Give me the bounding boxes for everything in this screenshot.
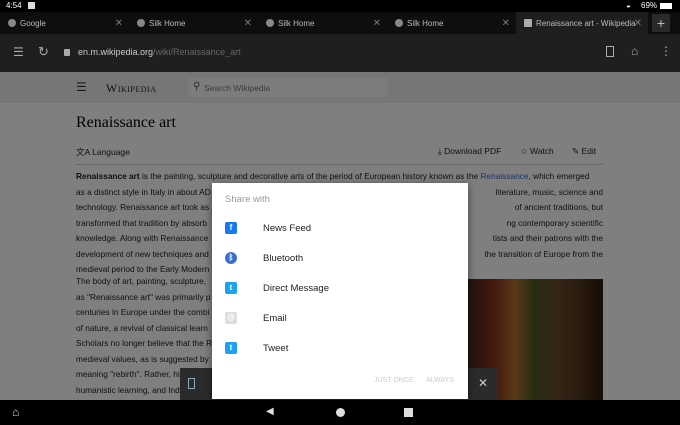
share-option-label: News Feed [263, 222, 312, 234]
wikipedia-favicon-icon [524, 19, 532, 27]
share-option[interactable]: f News Feed [212, 213, 468, 243]
globe-icon [266, 19, 274, 27]
share-option-label: Bluetooth [263, 252, 304, 264]
tab-title: Silk Home [149, 18, 186, 28]
tab-google[interactable]: Google ✕ [0, 12, 129, 34]
tab-silk-home[interactable]: Silk Home ✕ [387, 12, 516, 34]
close-icon[interactable]: ✕ [115, 18, 123, 29]
home-shortcut-icon[interactable]: ⌂ [12, 405, 19, 419]
menu-icon[interactable]: ☰ [13, 45, 24, 59]
battery-level: 69% [641, 1, 658, 10]
status-bar: 4:54 ◒ 69% [0, 0, 680, 12]
tab-title: Renaissance art - Wikipedia [536, 18, 636, 28]
always-button[interactable]: ALWAYS [426, 377, 454, 384]
close-icon[interactable]: ✕ [373, 18, 381, 29]
dialog-title: Share with [225, 194, 270, 205]
share-option-label: Email [263, 312, 287, 324]
tab-title: Google [20, 18, 46, 28]
home-icon[interactable]: ⌂ [631, 44, 638, 58]
tab-title: Silk Home [278, 18, 315, 28]
notification-icon [28, 2, 35, 9]
email-icon: @ [225, 312, 237, 324]
tab-silk-home[interactable]: Silk Home ✕ [258, 12, 387, 34]
share-option-label: Tweet [263, 342, 289, 354]
twitter-icon: t [225, 342, 237, 354]
tab-strip: Google ✕ Silk Home ✕ Silk Home ✕ Silk Home ✕… [0, 12, 680, 34]
wifi-icon: ◒ [626, 1, 631, 10]
close-icon[interactable]: ✕ [502, 18, 510, 29]
twitter-icon: t [225, 282, 237, 294]
bookmark-icon[interactable] [606, 46, 614, 57]
battery-icon [660, 3, 672, 9]
url-path: /wiki/Renaissance_art [153, 47, 241, 57]
tab-title: Silk Home [407, 18, 444, 28]
address-bar: ☰ ↻ en.m.wikipedia.org/wiki/Renaissance_… [0, 34, 680, 72]
close-icon[interactable]: ✕ [478, 376, 488, 390]
recents-icon[interactable] [404, 408, 413, 417]
share-option-label: Direct Message [263, 282, 329, 294]
tab-renaissance-art[interactable]: Renaissance art - Wikipedia ✕ [516, 12, 648, 34]
home-icon[interactable] [336, 408, 345, 417]
reload-icon[interactable]: ↻ [38, 44, 49, 60]
close-icon[interactable]: ✕ [244, 18, 252, 29]
lock-icon [64, 49, 70, 56]
navigation-bar: ⌂ ◀ [0, 400, 680, 425]
google-favicon-icon [8, 19, 16, 27]
globe-icon [395, 19, 403, 27]
more-options-icon[interactable]: ⋮ [660, 44, 672, 58]
url-field[interactable]: en.m.wikipedia.org/wiki/Renaissance_art [78, 47, 241, 57]
document-icon [188, 378, 195, 389]
share-option[interactable]: @ Email [212, 303, 468, 333]
close-icon[interactable]: ✕ [634, 18, 642, 29]
back-icon[interactable]: ◀ [266, 406, 274, 417]
facebook-icon: f [225, 222, 237, 234]
tab-silk-home[interactable]: Silk Home ✕ [129, 12, 258, 34]
share-option[interactable]: t Tweet [212, 333, 468, 363]
new-tab-button[interactable]: + [652, 14, 670, 32]
globe-icon [137, 19, 145, 27]
clock: 4:54 [6, 1, 22, 10]
just-once-button[interactable]: JUST ONCE [374, 377, 414, 384]
share-dialog: Share with f News Feed ᛒ Bluetooth t Direct M… [212, 183, 468, 399]
share-option[interactable]: ᛒ Bluetooth [212, 243, 468, 273]
bluetooth-icon: ᛒ [225, 252, 237, 264]
url-host: en.m.wikipedia.org [78, 47, 154, 57]
share-option[interactable]: t Direct Message [212, 273, 468, 303]
